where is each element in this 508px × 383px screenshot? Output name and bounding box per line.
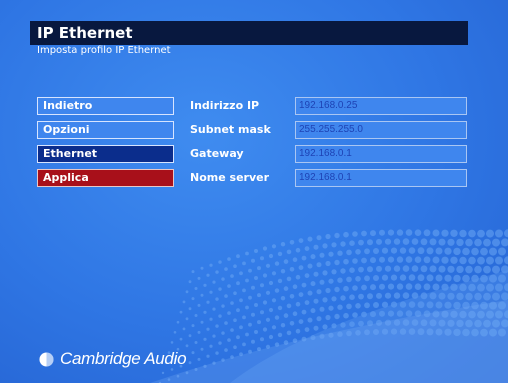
ethernet-button[interactable]: Ethernet bbox=[37, 145, 174, 163]
subnet-mask-field[interactable]: 255.255.255.0 bbox=[295, 121, 467, 139]
brand-name: Cambridge Audio bbox=[60, 349, 187, 368]
background-wave-pattern bbox=[150, 229, 508, 383]
ip-address-label: Indirizzo IP bbox=[190, 99, 260, 112]
settings-screen: IP Ethernet Imposta profilo IP Ethernet … bbox=[0, 0, 508, 383]
ip-address-field[interactable]: 192.168.0.25 bbox=[295, 97, 467, 115]
name-server-field[interactable]: 192.168.0.1 bbox=[295, 169, 467, 187]
page-title: IP Ethernet bbox=[37, 24, 133, 42]
subnet-mask-label: Subnet mask bbox=[190, 123, 271, 136]
gateway-label: Gateway bbox=[190, 147, 244, 160]
brand-logo: Cambridge Audio bbox=[39, 349, 187, 369]
apply-button[interactable]: Applica bbox=[37, 169, 174, 187]
cambridge-audio-logo-icon bbox=[39, 351, 54, 367]
back-button[interactable]: Indietro bbox=[37, 97, 174, 115]
name-server-label: Nome server bbox=[190, 171, 270, 184]
page-subtitle: Imposta profilo IP Ethernet bbox=[37, 45, 171, 56]
options-button[interactable]: Opzioni bbox=[37, 121, 174, 139]
gateway-field[interactable]: 192.168.0.1 bbox=[295, 145, 467, 163]
